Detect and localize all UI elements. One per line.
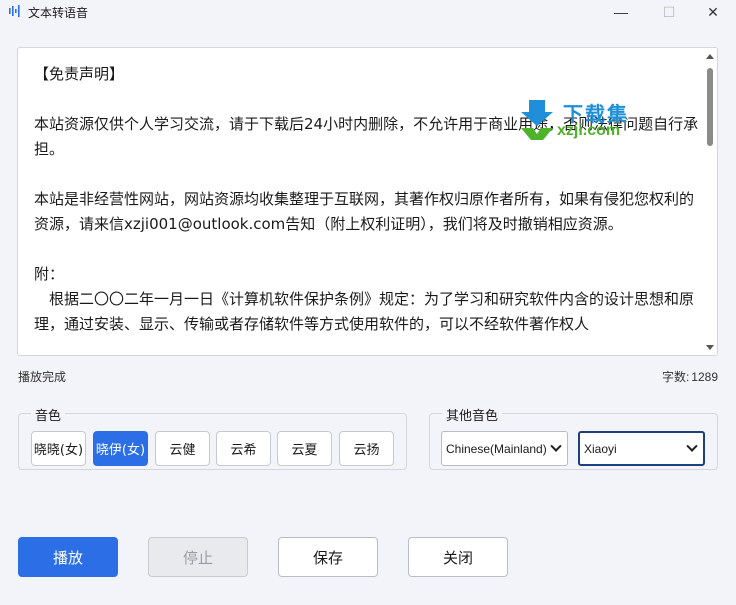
maximize-button[interactable]: ☐ [646,0,692,24]
voice-option-yunxia[interactable]: 云夏 [277,431,332,466]
chevron-down-icon [550,440,562,452]
title-bar: 文本转语音 — ☐ ✕ [0,0,736,24]
other-voice-group-label: 其他音色 [442,405,503,424]
stop-button[interactable]: 停止 [148,537,248,577]
scroll-down-icon[interactable] [706,345,714,350]
close-icon: ✕ [707,3,719,20]
other-voice-group: 其他音色 Chinese(Mainland) Xiaoyi [429,405,718,470]
voice-option-yunjian[interactable]: 云健 [155,431,210,466]
play-button[interactable]: 播放 [18,537,118,577]
editor-scrollbar[interactable] [703,48,717,355]
playback-status: 播放完成 [18,370,67,384]
text-editor[interactable]: 【免责声明】 本站资源仅供个人学习交流，请于下载后24小时内删除，不允许用于商业… [17,47,718,356]
char-count: 字数: 1289 [660,368,718,385]
language-select[interactable]: Chinese(Mainland) [441,431,568,466]
char-count-label: 字数: [661,370,690,384]
close-button[interactable]: 关闭 [408,537,508,577]
voice-option-yunxi[interactable]: 云希 [216,431,271,466]
minimize-icon: — [614,4,628,20]
voice-select-value: Xiaoyi [584,441,617,456]
language-select-value: Chinese(Mainland) [446,441,547,456]
app-logo-icon [9,5,20,17]
minimize-button[interactable]: — [598,0,644,24]
voice-option-xiaoyi[interactable]: 晓伊(女) [93,431,148,466]
voice-group: 音色 晓晓(女) 晓伊(女) 云健 云希 云夏 云扬 [18,405,407,470]
scroll-up-icon[interactable] [706,54,714,59]
close-window-button[interactable]: ✕ [690,0,736,24]
window-title: 文本转语音 [28,6,89,20]
char-count-value: 1289 [691,370,718,384]
chevron-down-icon [686,440,698,452]
voice-group-label: 音色 [31,405,66,424]
scroll-thumb[interactable] [707,68,713,146]
save-button[interactable]: 保存 [278,537,378,577]
voice-option-yunyang[interactable]: 云扬 [339,431,394,466]
voice-select[interactable]: Xiaoyi [578,431,705,466]
editor-text[interactable]: 【免责声明】 本站资源仅供个人学习交流，请于下载后24小时内删除，不允许用于商业… [34,62,700,337]
voice-option-xiaoxiao[interactable]: 晓晓(女) [31,431,86,466]
maximize-icon: ☐ [662,3,676,20]
